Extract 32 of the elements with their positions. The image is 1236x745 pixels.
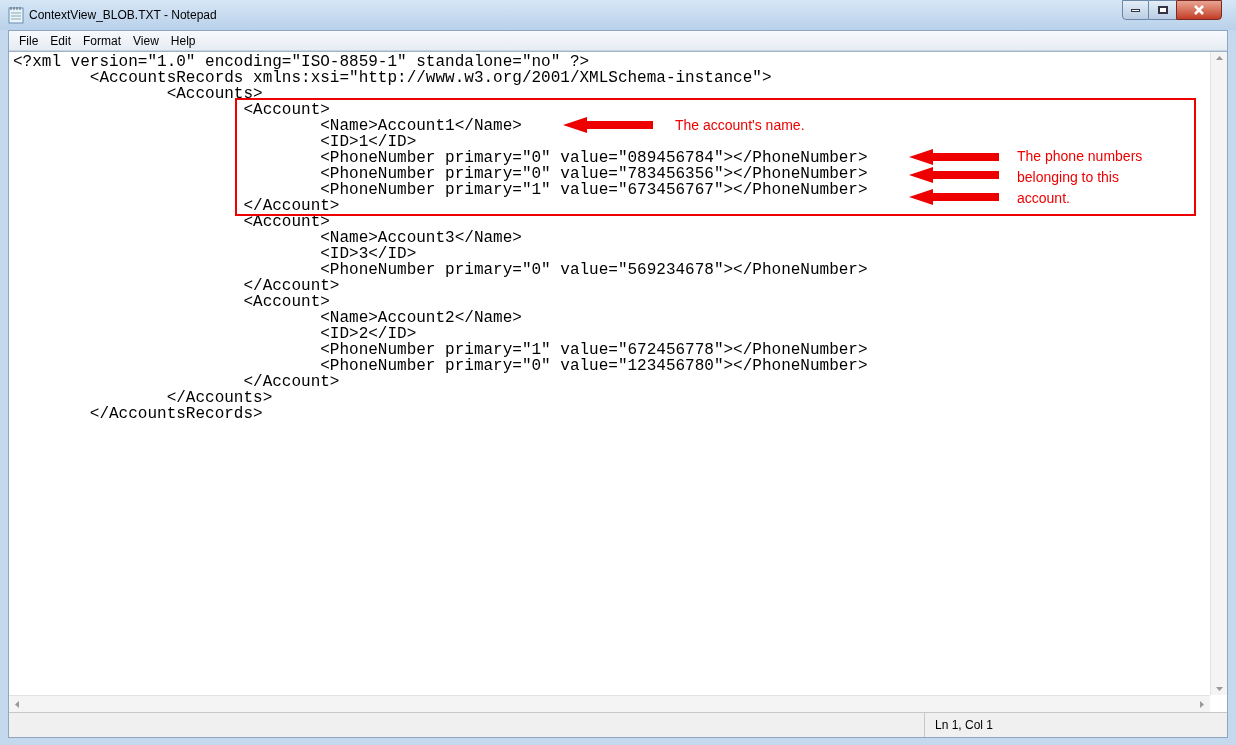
text-line: <ID>2</ID> bbox=[319, 326, 417, 342]
text-line: <PhoneNumber primary="1" value="673456767"></PhoneNumber> bbox=[320, 182, 868, 198]
menu-item[interactable]: Edit bbox=[44, 30, 78, 51]
text-line: </Accounts> bbox=[166, 390, 273, 406]
text-line: <Name>Account2</Name> bbox=[319, 310, 522, 326]
text-line: <PhoneNumber primary="0" value="783456356"></PhoneNumber> bbox=[319, 166, 868, 182]
text-line: <Account> bbox=[242, 214, 330, 230]
text-line: <AccountsRecords xmlns:xsi="http://www.w3.org/2001/XMLSchema-instance"> bbox=[88, 70, 772, 86]
window-title: ContextView_BLOB.TXT - Notepad bbox=[29, 7, 217, 24]
text-line: <Account> bbox=[242, 102, 330, 118]
text-line: <PhoneNumber primary="1" value="672456778"></PhoneNumber> bbox=[319, 342, 868, 358]
cursor-position: Ln 1, Col 1 bbox=[935, 717, 994, 734]
text-line: <ID>3</ID> bbox=[319, 246, 417, 262]
text-line: <PhoneNumber primary="0" value="123456780"></PhoneNumber> bbox=[320, 358, 868, 374]
annotation-text: The account's name. bbox=[675, 116, 805, 134]
menu-item[interactable]: File bbox=[13, 30, 45, 51]
text-line: <Name>Account1</Name> bbox=[319, 118, 522, 134]
menu-item[interactable]: Format bbox=[77, 30, 128, 51]
text-line: <?xml version="1.0" encoding="ISO-8859-1" standalone="no" ?> bbox=[13, 54, 590, 70]
text-line: <Account> bbox=[242, 294, 330, 310]
text-line: </Account> bbox=[242, 198, 340, 214]
text-line: </AccountsRecords> bbox=[88, 406, 263, 422]
menu-item[interactable]: View bbox=[127, 30, 165, 51]
text-line: <PhoneNumber primary="0" value="089456784"></PhoneNumber> bbox=[319, 150, 868, 166]
text-line: <Accounts> bbox=[165, 86, 263, 102]
text-line: <Name>Account3</Name> bbox=[319, 230, 522, 246]
text-line: </Account> bbox=[242, 278, 340, 294]
text-line: <PhoneNumber primary="0" value="569234678"></PhoneNumber> bbox=[320, 262, 868, 278]
menu-item[interactable]: Help bbox=[164, 30, 202, 51]
text-line: <ID>1</ID> bbox=[319, 134, 417, 150]
annotation-text: The phone numbers belonging to this account. bbox=[1017, 147, 1144, 208]
text-line: </Account> bbox=[243, 374, 340, 390]
